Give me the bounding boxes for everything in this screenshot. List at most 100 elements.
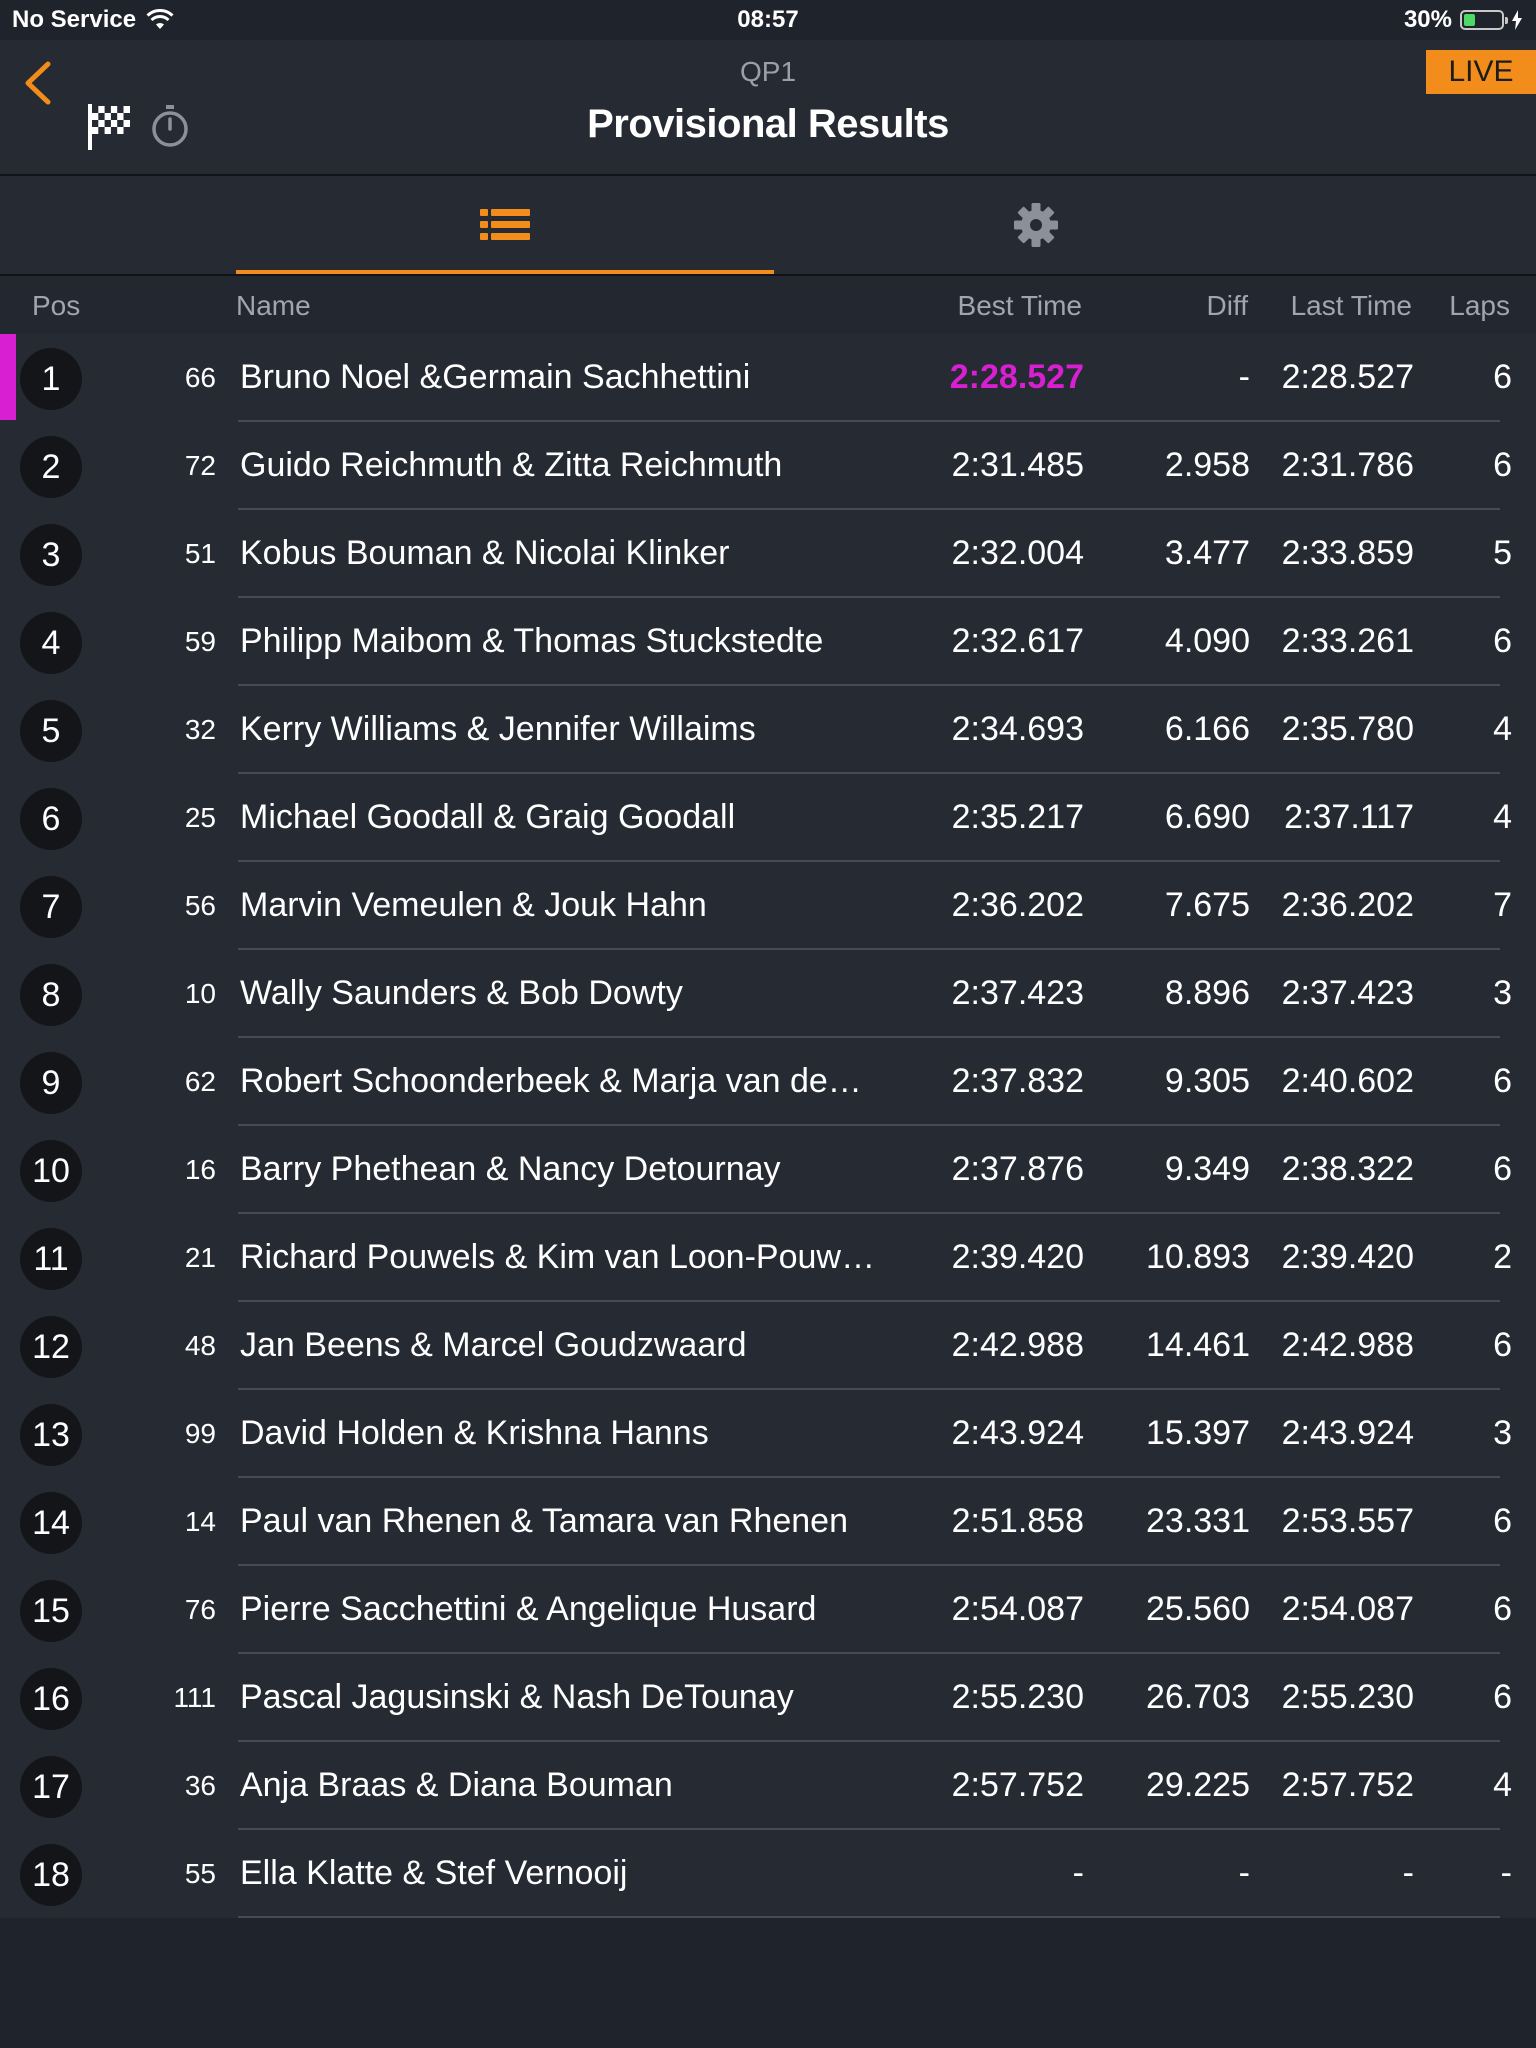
best-time: 2:35.217 [951,798,1084,836]
table-row[interactable]: 8 10 Wally Saunders & Bob Dowty 2:37.423 8.8… [0,950,1536,1038]
view-tabs [0,176,1536,276]
results-column-headers: Pos Name Best Time Diff Last Time Laps [0,276,1536,334]
session-label: QP1 [739,56,797,87]
car-number: 72 [184,450,216,481]
table-row[interactable]: 7 56 Marvin Vemeulen & Jouk Hahn 2:36.202 7.… [0,862,1536,950]
table-row[interactable]: 2 72 Guido Reichmuth & Zitta Reichmuth 2:31… [0,422,1536,510]
table-row[interactable]: 15 76 Pierre Sacchettini & Angelique Husar… [0,1566,1536,1654]
table-row[interactable]: 1 66 Bruno Noel &Germain Sachhettini 2:28.5… [0,334,1536,422]
table-row[interactable]: 3 51 Kobus Bouman & Nicolai Klinker 2:32.00… [0,510,1536,598]
col-best-time[interactable]: Best Time [958,290,1082,322]
position-badge: 13 [20,1404,82,1466]
table-row[interactable]: 11 21 Richard Pouwels & Kim van Loon-Pouw…… [0,1214,1536,1302]
best-time: 2:37.423 [951,974,1084,1012]
position-badge: 3 [20,524,82,586]
position-badge: 4 [20,612,82,674]
table-row[interactable]: 6 25 Michael Goodall & Graig Goodall 2:35.2… [0,774,1536,862]
last-time: 2:31.786 [1281,446,1414,484]
diff: 4.090 [1164,622,1250,660]
battery-icon [1460,10,1508,30]
position-badge: 8 [20,964,82,1026]
laps: 3 [1493,974,1512,1012]
car-number: 76 [184,1594,216,1625]
diff: 7.675 [1164,886,1250,924]
table-row[interactable]: 10 16 Barry Phethean & Nancy Detournay 2:37… [0,1126,1536,1214]
car-number: 56 [184,890,216,921]
diff: 9.305 [1164,1062,1250,1100]
last-time: 2:38.322 [1281,1150,1414,1188]
diff: 9.349 [1164,1150,1250,1188]
position-badge: 12 [20,1316,82,1378]
laps: 6 [1493,622,1512,660]
clock: 08:57 [737,6,799,33]
driver-names: Richard Pouwels & Kim van Loon-Pouw… [240,1238,875,1276]
battery-percent: 30% [1403,6,1452,33]
best-time: 2:31.485 [951,446,1084,484]
table-row[interactable]: 17 36 Anja Braas & Diana Bouman 2:57.752 29.… [0,1742,1536,1830]
list-icon [480,209,530,240]
laps: 6 [1493,1502,1512,1540]
position-badge: 17 [20,1756,82,1818]
col-laps[interactable]: Laps [1449,290,1510,322]
table-row[interactable]: 18 55 Ella Klatte & Stef Vernooij - - - - [0,1830,1536,1918]
live-badge[interactable]: LIVE [1426,50,1536,94]
laps: 6 [1493,1326,1512,1364]
status-bar: No Service 08:57 30% [0,0,1536,40]
laps: 4 [1493,710,1512,748]
position-badge: 7 [20,876,82,938]
position-badge: 9 [20,1052,82,1114]
table-row[interactable]: 5 32 Kerry Williams & Jennifer Willaims 2:3… [0,686,1536,774]
best-time: 2:28.527 [949,358,1084,396]
gear-icon [1014,203,1058,247]
driver-names: Guido Reichmuth & Zitta Reichmuth [240,446,783,484]
table-row[interactable]: 14 14 Paul van Rhenen & Tamara van Rhenen 2… [0,1478,1536,1566]
tab-results-list[interactable] [236,176,774,274]
driver-names: Pierre Sacchettini & Angelique Husard [240,1590,817,1628]
car-number: 25 [184,802,216,833]
best-time: 2:34.693 [951,710,1084,748]
driver-names: Marvin Vemeulen & Jouk Hahn [240,886,707,924]
driver-names: Robert Schoonderbeek & Marja van de… [240,1062,862,1100]
table-row[interactable]: 4 59 Philipp Maibom & Thomas Stuckstedte 2:… [0,598,1536,686]
col-last-time[interactable]: Last Time [1291,290,1412,322]
diff: - [1238,358,1250,396]
driver-names: Paul van Rhenen & Tamara van Rhenen [240,1502,848,1540]
table-row[interactable]: 13 99 David Holden & Krishna Hanns 2:43.924… [0,1390,1536,1478]
battery-fill [1464,14,1475,26]
table-row[interactable]: 16 111 Pascal Jagusinski & Nash DeTounay 2:… [0,1654,1536,1742]
driver-names: Wally Saunders & Bob Dowty [240,974,683,1012]
diff: 15.397 [1146,1414,1250,1452]
driver-names: Michael Goodall & Graig Goodall [240,798,736,836]
diff: 3.477 [1164,534,1250,572]
diff: 25.560 [1146,1590,1250,1628]
active-tab-indicator [236,270,774,274]
table-row[interactable]: 9 62 Robert Schoonderbeek & Marja van de… 2… [0,1038,1536,1126]
laps: 6 [1493,1590,1512,1628]
col-name[interactable]: Name [236,290,311,322]
last-time: - [1402,1854,1414,1892]
laps: 2 [1493,1238,1512,1276]
diff: 26.703 [1146,1678,1250,1716]
last-time: 2:28.527 [1281,358,1414,396]
car-number: 10 [184,978,216,1009]
best-time: 2:57.752 [951,1766,1084,1804]
car-number: 16 [184,1154,216,1185]
position-badge: 5 [20,700,82,762]
position-badge: 1 [20,348,82,410]
last-time: 2:55.230 [1281,1678,1414,1716]
laps: 6 [1493,1062,1512,1100]
position-badge: 15 [20,1580,82,1642]
best-time: 2:32.004 [951,534,1084,572]
battery-nub [1505,17,1508,24]
car-number: 21 [184,1242,216,1273]
table-row[interactable]: 12 48 Jan Beens & Marcel Goudzwaard 2:42.98… [0,1302,1536,1390]
laps: 3 [1493,1414,1512,1452]
driver-names: Kerry Williams & Jennifer Willaims [240,710,756,748]
last-time: 2:37.117 [1284,798,1414,836]
col-pos[interactable]: Pos [32,290,80,322]
laps: 6 [1493,1678,1512,1716]
tab-settings[interactable] [774,176,1298,274]
laps: 4 [1493,1766,1512,1804]
col-diff[interactable]: Diff [1207,290,1249,322]
position-badge: 10 [20,1140,82,1202]
